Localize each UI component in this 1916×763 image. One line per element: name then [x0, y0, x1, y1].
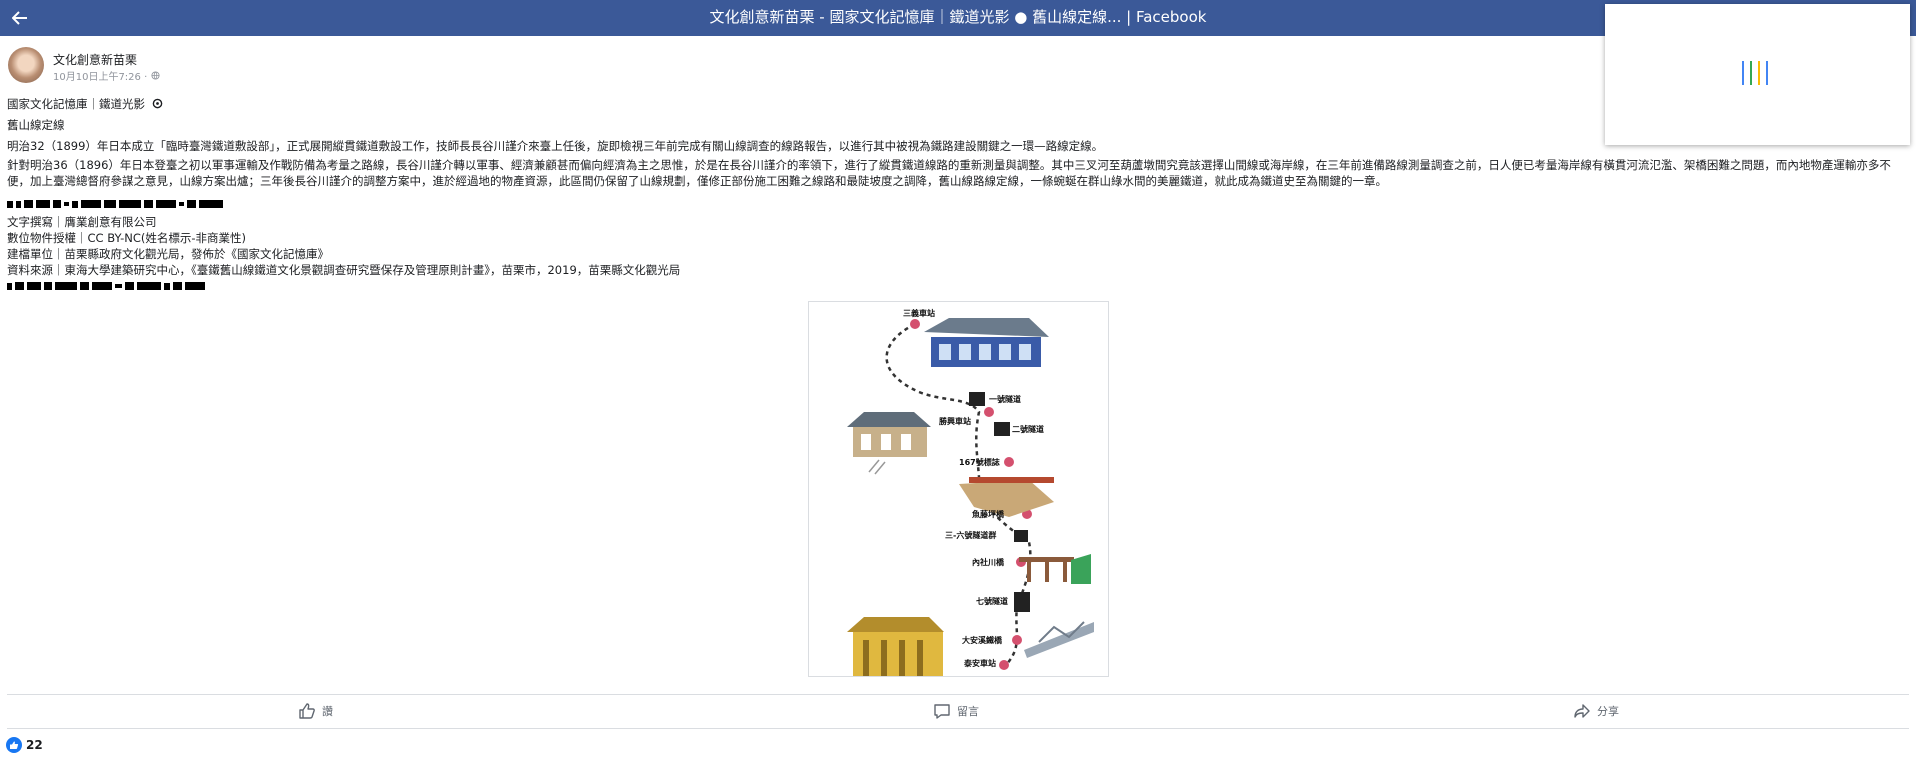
- emoji-divider: [7, 280, 205, 292]
- avatar[interactable]: [8, 47, 44, 83]
- post-header-line: 國家文化記憶庫｜鐵道光影: [7, 96, 163, 112]
- post-publisher: 建檔單位｜苗栗縣政府文化觀光局，發佈於《國家文化記憶庫》: [7, 247, 329, 261]
- tunnel-icon: [969, 392, 985, 406]
- post-subtitle: 舊山線定線: [7, 118, 65, 132]
- station-building-illustration: [847, 412, 931, 475]
- share-button[interactable]: 分享: [1573, 700, 1619, 722]
- action-bar-bottom-divider: [7, 728, 1909, 729]
- reactions-summary[interactable]: 22: [6, 737, 43, 753]
- back-button[interactable]: [6, 4, 34, 32]
- post-header-text: 國家文化記憶庫｜鐵道光影: [7, 97, 145, 111]
- post-meta: 10月10日上午7:26 ·: [53, 68, 160, 83]
- map-label-station: 勝興車站: [939, 416, 971, 426]
- map-label-feature: 167號標誌: [959, 457, 1000, 467]
- post-timestamp[interactable]: 10月10日上午7:26 ·: [53, 68, 147, 83]
- share-icon: [1574, 704, 1590, 718]
- station-building-illustration: [847, 617, 944, 676]
- railway-map-illustration: 三義車站 勝興車站 泰安車站 一號隧道 二號隧道 167號標誌 魚藤坪橋 三-六…: [847, 308, 1094, 676]
- station-marker: [984, 407, 994, 417]
- like-icon: [299, 703, 315, 719]
- tunnel-icon: [994, 422, 1010, 436]
- bridge-illustration: [1019, 554, 1091, 584]
- station-marker: [999, 660, 1009, 670]
- comment-button[interactable]: 留言: [933, 700, 979, 722]
- like-button[interactable]: 讚: [298, 700, 333, 722]
- comment-button-label: 留言: [957, 705, 979, 718]
- station-marker: [1012, 635, 1022, 645]
- map-label-station: 三義車站: [903, 308, 935, 318]
- map-label-feature: 七號隧道: [976, 596, 1008, 606]
- map-label-station: 泰安車站: [963, 658, 996, 668]
- action-bar-top-divider: [7, 694, 1909, 695]
- like-reaction-icon: [6, 737, 22, 753]
- map-label-feature: 一號隧道: [989, 394, 1021, 404]
- station-marker: [910, 319, 920, 329]
- back-arrow-icon: [12, 11, 27, 25]
- post-image[interactable]: 三義車站 勝興車站 泰安車站 一號隧道 二號隧道 167號標誌 魚藤坪橋 三-六…: [808, 301, 1109, 677]
- post-author: 文字撰寫｜膺業創意有限公司: [7, 215, 157, 229]
- station-building-illustration: [924, 318, 1049, 367]
- post-license: 數位物件授權｜CC BY-NC(姓名標示-非商業性): [7, 231, 247, 245]
- emoji-divider: [7, 198, 223, 210]
- post-source: 資料來源｜東海大學建築研究中心，《臺鐵舊山線鐵道文化景觀調查研究暨保存及管理原則…: [7, 263, 681, 277]
- map-label-feature: 三-六號隧道群: [945, 530, 996, 540]
- like-button-label: 讚: [322, 705, 333, 718]
- post-paragraph-2: 針對明治36（1896）年日本登臺之初以軍事運輸及作戰防備為考量之路線，長谷川謹…: [7, 158, 1891, 188]
- tunnel-icon: [1014, 592, 1030, 612]
- comment-icon: [934, 704, 950, 719]
- post-paragraph-1: 明治32（1899）年日本成立「臨時臺灣鐵道敷設部」，正式展開縱貫鐵道敷設工作，…: [7, 139, 1104, 153]
- station-marker: [1004, 457, 1014, 467]
- tunnel-icon: [1014, 530, 1028, 542]
- map-label-feature: 魚藤坪橋: [972, 509, 1005, 519]
- globe-icon: [151, 71, 160, 80]
- loading-popup: [1605, 4, 1910, 145]
- reaction-count: 22: [26, 738, 43, 752]
- share-button-label: 分享: [1597, 705, 1619, 718]
- map-label-feature: 大安溪鐵橋: [962, 635, 1003, 645]
- bridge-illustration: [1024, 621, 1094, 658]
- loading-spinner-icon: [1742, 61, 1776, 85]
- map-label-feature: 內社川橋: [972, 557, 1005, 567]
- page-name-link[interactable]: 文化創意新苗栗: [53, 51, 137, 68]
- emoji-icon: [152, 98, 162, 109]
- map-label-feature: 二號隧道: [1012, 424, 1044, 434]
